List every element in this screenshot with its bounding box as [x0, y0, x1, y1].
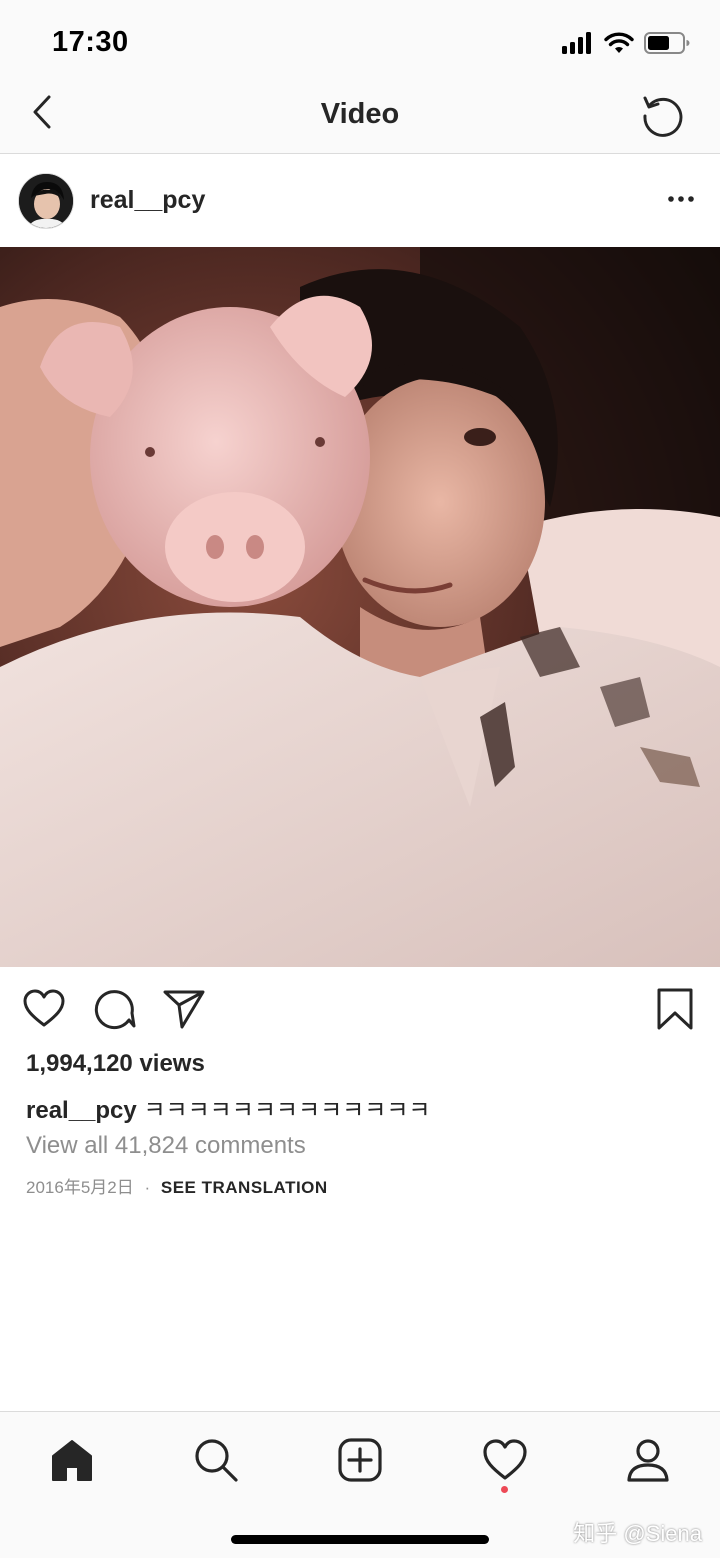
post-date: 2016年5月2日: [26, 1178, 134, 1197]
post-header: real__pcy: [0, 155, 720, 247]
home-indicator[interactable]: [231, 1535, 489, 1544]
search-icon[interactable]: [192, 1436, 240, 1484]
view-count[interactable]: 1,994,120 views: [26, 1050, 205, 1078]
caption: real__pcy ㅋㅋㅋㅋㅋㅋㅋㅋㅋㅋㅋㅋㅋ: [26, 1090, 430, 1125]
status-bar: 17:30: [0, 0, 720, 80]
activity-heart-icon[interactable]: [481, 1436, 529, 1484]
page-title: Video: [320, 98, 400, 130]
notification-dot: [501, 1486, 508, 1493]
heart-icon[interactable]: [22, 987, 66, 1031]
cellular-signal-icon: [562, 32, 591, 54]
avatar[interactable]: [18, 173, 74, 229]
post-meta: 2016年5月2日 · SEE TRANSLATION: [26, 1173, 328, 1198]
caption-text: ㅋㅋㅋㅋㅋㅋㅋㅋㅋㅋㅋㅋㅋ: [143, 1097, 431, 1124]
watermark: 知乎 @Siena: [573, 1521, 702, 1546]
nav-bar: Video: [0, 80, 720, 154]
see-translation-link[interactable]: SEE TRANSLATION: [161, 1178, 328, 1197]
share-icon[interactable]: [162, 987, 206, 1031]
status-time: 17:30: [52, 26, 129, 58]
more-horizontal-icon[interactable]: [666, 189, 696, 209]
post-username[interactable]: real__pcy: [90, 186, 205, 215]
status-icons: [562, 28, 690, 58]
post-actions: [0, 967, 720, 1051]
wifi-icon: [604, 32, 634, 53]
video-frame: [0, 247, 720, 967]
comment-icon[interactable]: [93, 987, 137, 1031]
video-player[interactable]: [0, 247, 720, 967]
home-icon[interactable]: [48, 1436, 96, 1484]
caption-username[interactable]: real__pcy: [26, 1097, 137, 1124]
battery-icon: [644, 32, 690, 54]
tab-bar: 知乎 @Siena: [0, 1411, 720, 1558]
add-post-icon[interactable]: [336, 1436, 384, 1484]
refresh-icon[interactable]: [640, 92, 686, 138]
bookmark-icon[interactable]: [653, 987, 697, 1031]
meta-separator: ·: [144, 1178, 151, 1197]
avatar-image: [19, 174, 73, 228]
view-comments-link[interactable]: View all 41,824 comments: [26, 1132, 306, 1160]
profile-icon[interactable]: [624, 1436, 672, 1484]
